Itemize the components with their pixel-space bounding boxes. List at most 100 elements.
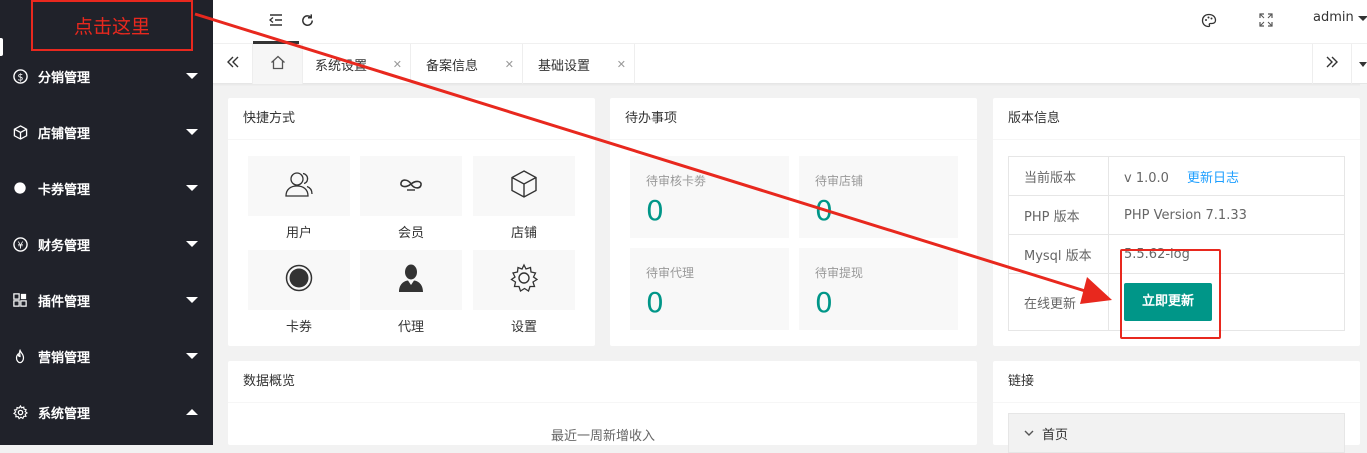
card-title: 快捷方式 [228, 98, 595, 140]
chevron-down-icon [186, 297, 198, 303]
quick-label: 店铺 [510, 226, 537, 241]
sidebar-item-label: 分销管理 [38, 70, 91, 86]
todo-count: 0 [646, 194, 664, 227]
chevron-down-icon [186, 129, 198, 135]
sidebar-item-coupons[interactable]: 卡券管理 [0, 160, 213, 216]
close-icon[interactable]: ✕ [617, 58, 626, 71]
chevron-up-icon [186, 409, 198, 415]
sidebar: $ 分销管理 店铺管理 卡券管理 ¥ 财务管理 插件管理 营销管理 系统管理 [0, 0, 213, 445]
quick-settings-button[interactable] [473, 250, 575, 310]
quick-label: 设置 [510, 320, 537, 335]
sidebar-item-marketing[interactable]: 营销管理 [0, 328, 213, 384]
quick-agents-button[interactable] [360, 250, 462, 310]
sidebar-item-distribution[interactable]: $ 分销管理 [0, 48, 213, 104]
fullscreen-button[interactable] [1254, 0, 1278, 44]
menu-fold-button[interactable] [253, 0, 299, 44]
fullscreen-icon [1259, 13, 1273, 31]
tab-label: 备案信息 [426, 58, 479, 74]
changelog-link[interactable]: 更新日志 [1187, 171, 1239, 186]
sidebar-item-label: 财务管理 [38, 238, 91, 254]
quick-label: 会员 [397, 226, 424, 241]
dot-circle-icon [285, 264, 313, 296]
close-icon[interactable]: ✕ [393, 58, 402, 71]
chevron-down-icon [186, 241, 198, 247]
sidebar-item-label: 店铺管理 [38, 126, 91, 142]
todo-label: 待审店铺 [815, 174, 864, 188]
todo-item[interactable]: 待审核卡劵 0 [630, 156, 789, 238]
current-version: v 1.0.0 [1124, 170, 1169, 186]
scrollbar-track[interactable] [1360, 84, 1367, 445]
data-overview-card: 数据概览 最近一周新增收入 [228, 361, 977, 445]
tab-label: 基础设置 [538, 58, 591, 74]
todo-card: 待办事项 待审核卡劵 0 待审店铺 0 待审代理 0 待审提现 0 [610, 98, 977, 346]
sidebar-item-system[interactable]: 系统管理 [0, 384, 213, 440]
caret-down-icon [1358, 61, 1367, 67]
top-header: admin [213, 0, 1367, 44]
refresh-button[interactable] [295, 0, 319, 44]
annotation-text: 点击这里 [73, 16, 150, 38]
todo-count: 0 [646, 286, 664, 319]
cube-icon [510, 169, 538, 203]
sidebar-item-label: 营销管理 [38, 350, 91, 366]
card-title: 数据概览 [228, 361, 977, 403]
chevron-down-icon [1024, 426, 1034, 441]
version-label: 当前版本 [1008, 156, 1109, 196]
quick-stores-button[interactable] [473, 156, 575, 216]
svg-text:¥: ¥ [17, 240, 23, 251]
infinity-icon [397, 174, 425, 198]
quick-coupons-button[interactable] [248, 250, 350, 310]
link-item-home[interactable]: 首页 [1008, 413, 1345, 453]
version-value: v 1.0.0 更新日志 [1108, 156, 1345, 196]
yen-circle-icon: ¥ [12, 236, 28, 252]
tabs-scroll-right-button[interactable] [1312, 44, 1352, 84]
online-update-label: 在线更新 [1008, 273, 1109, 331]
todo-item[interactable]: 待审店铺 0 [799, 156, 958, 238]
card-title: 待办事项 [610, 98, 977, 140]
chevron-down-icon [186, 353, 198, 359]
tab-basic-settings[interactable]: 基础设置 ✕ [523, 44, 635, 84]
tab-filing-info[interactable]: 备案信息 ✕ [411, 44, 523, 84]
refresh-icon [300, 13, 315, 32]
tab-system-settings[interactable]: 系统设置 ✕ [303, 44, 411, 84]
quick-access-card: 快捷方式 用户 会员 店铺 卡券 代理 设置 [228, 98, 595, 346]
sidebar-item-stores[interactable]: 店铺管理 [0, 104, 213, 160]
tab-label: 系统设置 [315, 58, 368, 74]
todo-item[interactable]: 待审代理 0 [630, 248, 789, 330]
user-menu[interactable]: admin [1313, 10, 1354, 25]
home-icon [270, 55, 286, 74]
quick-label: 代理 [397, 320, 424, 335]
todo-count: 0 [815, 286, 833, 319]
cube-icon [12, 124, 28, 140]
gear-icon [12, 404, 28, 420]
sidebar-item-plugins[interactable]: 插件管理 [0, 272, 213, 328]
apps-icon [12, 292, 28, 308]
todo-label: 待审提现 [815, 266, 864, 280]
theme-button[interactable] [1197, 0, 1221, 44]
quick-users-button[interactable] [248, 156, 350, 216]
links-card: 链接 首页 [993, 361, 1360, 453]
annotation-box: 点击这里 [31, 0, 193, 51]
sidebar-item-finance[interactable]: ¥ 财务管理 [0, 216, 213, 272]
todo-item[interactable]: 待审提现 0 [799, 248, 958, 330]
tabs-scroll-left-button[interactable] [213, 44, 253, 84]
mysql-label: Mysql 版本 [1008, 234, 1109, 274]
close-icon[interactable]: ✕ [505, 58, 514, 71]
dot-circle-icon [12, 180, 28, 196]
menu-fold-icon [268, 13, 284, 31]
chart-title: 最近一周新增收入 [550, 429, 655, 444]
tabs-menu-button[interactable] [1352, 44, 1367, 84]
double-chevron-right-icon [1325, 55, 1339, 73]
card-title: 版本信息 [993, 98, 1360, 140]
person-icon [397, 263, 425, 297]
caret-down-icon [1358, 16, 1367, 21]
tab-home[interactable] [253, 44, 303, 84]
svg-text:$: $ [17, 72, 23, 83]
quick-label: 用户 [285, 226, 312, 241]
todo-count: 0 [815, 194, 833, 227]
sidebar-item-label: 卡券管理 [38, 182, 91, 198]
php-value: PHP Version 7.1.33 [1108, 195, 1345, 235]
chevron-down-icon [186, 73, 198, 79]
card-title: 链接 [993, 361, 1360, 403]
dollar-circle-icon: $ [12, 68, 28, 84]
quick-members-button[interactable] [360, 156, 462, 216]
